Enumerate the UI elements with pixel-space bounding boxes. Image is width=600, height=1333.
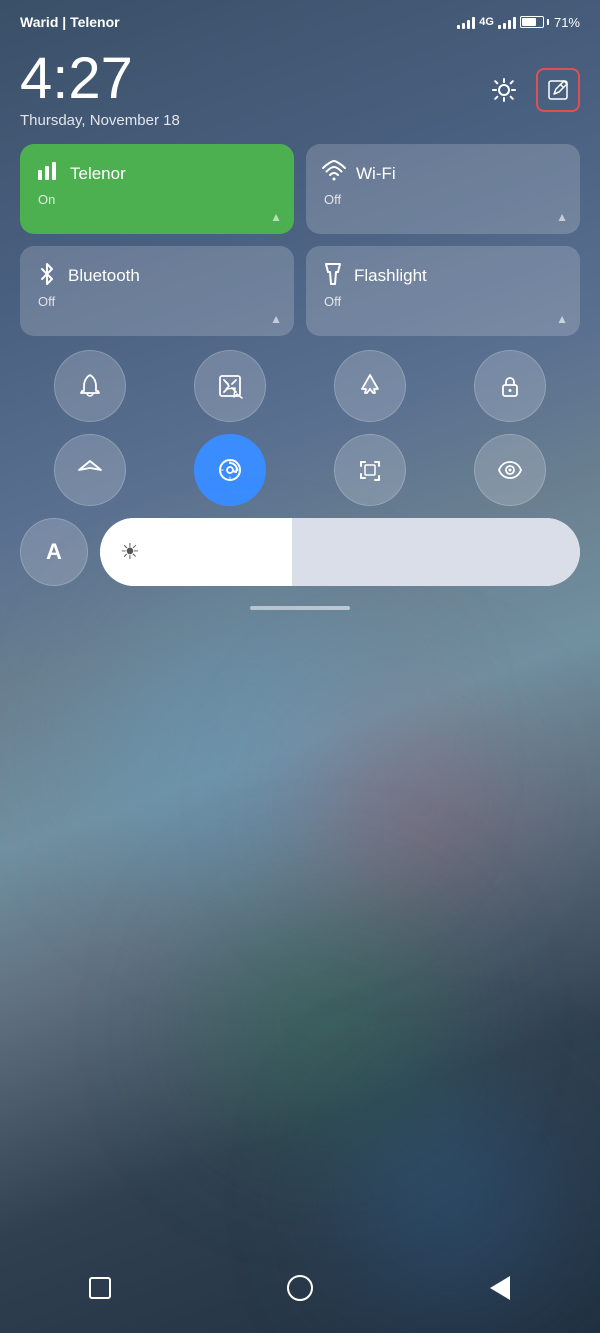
gear-icon (491, 77, 517, 103)
brightness-slider[interactable]: ☀ (100, 518, 580, 586)
location-icon (76, 456, 104, 484)
lock-icon (496, 372, 524, 400)
clock-area: 4:27 Thursday, November 18 (0, 40, 600, 144)
badge-4g: 4G (479, 16, 494, 28)
bluetooth-icon (36, 262, 58, 290)
autorotate-icon (215, 455, 245, 485)
clock-date: Thursday, November 18 (20, 112, 180, 129)
brightness-icon: ☀ (120, 539, 140, 565)
clock-time: 4:27 (20, 50, 180, 108)
flashlight-label: Flashlight (354, 266, 427, 286)
screenshot-icon (216, 372, 244, 400)
telenor-label: Telenor (70, 164, 126, 184)
battery-percent: 71% (554, 15, 580, 30)
signal-bars-2 (498, 15, 516, 29)
telenor-icon (36, 160, 60, 188)
flashlight-status: Off (324, 294, 564, 309)
lock-button[interactable] (474, 350, 546, 422)
home-button[interactable] (278, 1266, 322, 1310)
flashlight-icon (322, 262, 344, 290)
home-icon (287, 1275, 313, 1301)
bell-button[interactable] (54, 350, 126, 422)
round-buttons-row-2 (0, 434, 600, 506)
signal-bars-1 (457, 15, 475, 29)
brightness-rest (292, 518, 580, 586)
recents-icon (89, 1277, 111, 1299)
brightness-row: A ☀ (0, 518, 600, 586)
font-size-button[interactable]: A (20, 518, 88, 586)
wifi-status: Off (324, 192, 564, 207)
toggles-grid: Telenor On ▲ Wi-Fi Off ▲ (0, 144, 600, 336)
nav-bar (0, 1253, 600, 1333)
autorotate-button[interactable] (194, 434, 266, 506)
airplane-button[interactable] (334, 350, 406, 422)
wifi-arrow: ▲ (556, 210, 568, 224)
edit-icon-button[interactable] (536, 68, 580, 112)
privacy-button[interactable] (474, 434, 546, 506)
font-label: A (46, 539, 62, 565)
status-right: 4G 71% (457, 15, 580, 30)
recents-button[interactable] (78, 1266, 122, 1310)
round-buttons-row-1 (0, 350, 600, 422)
back-icon (490, 1276, 510, 1300)
bluetooth-status: Off (38, 294, 278, 309)
bluetooth-arrow: ▲ (270, 312, 282, 326)
flashlight-arrow: ▲ (556, 312, 568, 326)
airplane-icon (356, 372, 384, 400)
toggle-wifi[interactable]: Wi-Fi Off ▲ (306, 144, 580, 234)
wifi-icon (322, 160, 346, 188)
telenor-status: On (38, 192, 278, 207)
carrier-label: Warid | Telenor (20, 14, 120, 30)
telenor-arrow: ▲ (270, 210, 282, 224)
settings-icon-button[interactable] (482, 68, 526, 112)
location-button[interactable] (54, 434, 126, 506)
home-indicator-area (0, 606, 600, 610)
scan-icon (356, 456, 384, 484)
edit-icon (546, 78, 570, 102)
eye-icon (496, 456, 524, 484)
battery-indicator: 71% (520, 15, 580, 30)
home-bar (250, 606, 350, 610)
toggle-flashlight[interactable]: Flashlight Off ▲ (306, 246, 580, 336)
back-button[interactable] (478, 1266, 522, 1310)
toggle-telenor[interactable]: Telenor On ▲ (20, 144, 294, 234)
wifi-label: Wi-Fi (356, 164, 396, 184)
toggle-bluetooth[interactable]: Bluetooth Off ▲ (20, 246, 294, 336)
scan-button[interactable] (334, 434, 406, 506)
screenshot-button[interactable] (194, 350, 266, 422)
bell-icon (76, 372, 104, 400)
status-bar: Warid | Telenor 4G (0, 0, 600, 40)
bluetooth-label: Bluetooth (68, 266, 140, 286)
